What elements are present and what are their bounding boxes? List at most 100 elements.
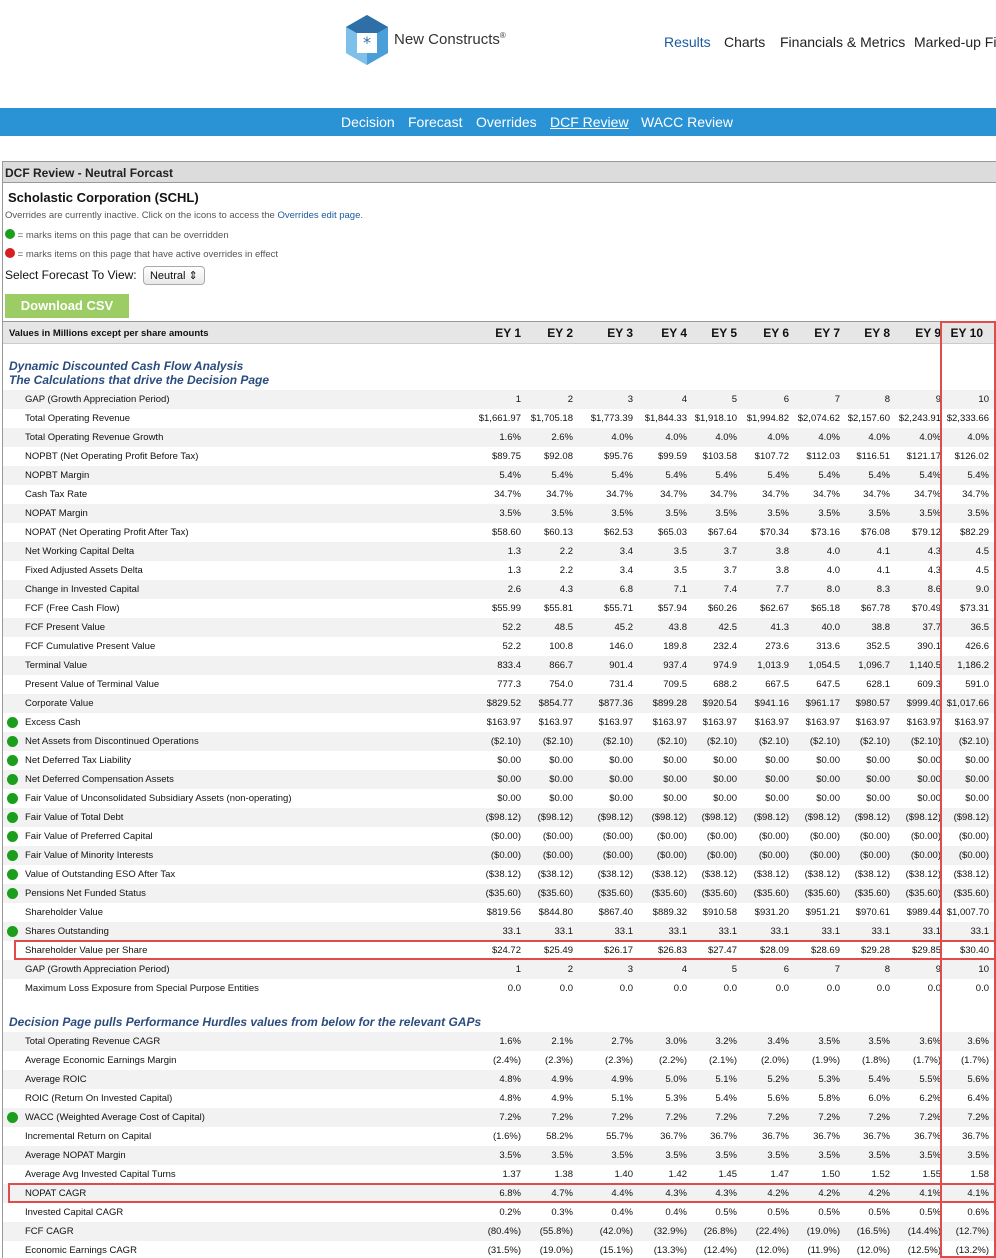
table-row: Total Operating Revenue $1,661.97 $1,705.1… [3,409,996,428]
table-row: Average NOPAT Margin 3.5% 3.5% 3.5% 3.5% 3.5%… [3,1146,996,1165]
table-cell: $0.00 [765,755,789,766]
table-cell: 3.5% [868,1036,890,1047]
table-cell: $107.72 [754,451,789,462]
table-cell: 4.3 [927,565,941,576]
table-cell: $28.69 [810,945,840,956]
table-cell: 1.3 [507,546,521,557]
table-cell: $65.03 [657,527,687,538]
override-dot-icon[interactable] [7,717,18,728]
table-cell: 34.7% [914,489,941,500]
download-csv-button[interactable]: Download CSV [5,294,129,318]
table-cell: $163.97 [538,717,573,728]
table-cell: $73.16 [810,527,840,538]
table-cell: (11.9%) [807,1245,840,1256]
table-cell: 1,096.7 [858,660,890,671]
table-cell: (12.4%) [703,1245,737,1256]
table-cell: 777.3 [497,679,521,690]
tab-wacc-review[interactable]: WACC Review [641,114,733,130]
table-cell: $65.18 [810,603,840,614]
table-cell: $26.17 [603,945,633,956]
table-cell: 5.1% [611,1093,633,1104]
table-cell: $126.02 [954,451,989,462]
table-cell: $29.28 [860,945,890,956]
nav-charts[interactable]: Charts [724,34,765,50]
table-cell: $1,844.33 [644,413,687,424]
table-cell: ($2.10) [958,736,989,747]
table-cell: $1,661.97 [478,413,521,424]
row-label: FCF Cumulative Present Value [25,641,156,652]
table-cell: 3.5% [499,1150,521,1161]
tab-overrides[interactable]: Overrides [476,114,537,130]
override-dot-icon[interactable] [7,831,18,842]
table-cell: $103.58 [702,451,737,462]
table-cell: 0.0 [723,983,737,994]
table-cell: ($35.60) [597,888,633,899]
override-dot-icon[interactable] [7,869,18,880]
row-label: WACC (Weighted Average Cost of Capital) [25,1112,205,1123]
row-label: Shares Outstanding [25,926,109,937]
override-dot-icon[interactable] [7,755,18,766]
table-cell: $1,918.10 [694,413,737,424]
row-label: Net Deferred Tax Liability [25,755,131,766]
table-row: Shares Outstanding 33.1 33.1 33.1 33.1 33.1 33… [3,922,996,941]
override-dot-icon[interactable] [7,793,18,804]
table-cell: $0.00 [866,774,890,785]
table-cell: ($38.12) [701,869,737,880]
table-cell: 45.2 [614,622,634,633]
row-label: Shareholder Value [25,907,103,918]
table-cell: $0.00 [765,793,789,804]
table-cell: 0.0 [876,983,890,994]
override-dot-icon[interactable] [7,736,18,747]
table-cell: ($0.00) [602,850,633,861]
table-cell: 4.3 [559,584,573,595]
table-cell: 2.6 [507,584,521,595]
table-cell: $0.00 [765,774,789,785]
green-dot-icon [5,229,15,239]
table-cell: 754.0 [549,679,573,690]
table-cell: 5 [731,964,737,975]
table-cell: 4.0 [826,565,840,576]
table-cell: 4.3% [665,1188,687,1199]
row-label: Average NOPAT Margin [25,1150,126,1161]
table-cell: 4.0% [868,432,890,443]
table-cell: ($0.00) [758,831,789,842]
table-cell: 3.5% [665,1150,687,1161]
table-cell: 6 [783,964,789,975]
tab-forecast[interactable]: Forecast [408,114,462,130]
table-cell: 34.7% [813,489,840,500]
table-cell: ($98.12) [651,812,687,823]
table-cell: 43.8 [668,622,688,633]
table-cell: 7 [834,964,840,975]
table-cell: 4.8% [499,1074,521,1085]
row-label: NOPBT Margin [25,470,90,481]
table-cell: ($2.10) [809,736,840,747]
table-cell: 3.5% [967,508,989,519]
table-cell: 5.4% [818,470,840,481]
table-cell: $1,994.82 [746,413,789,424]
table-cell: 3.5% [967,1150,989,1161]
nav-financials-metrics[interactable]: Financials & Metrics [780,34,905,50]
table-cell: 34.7% [863,489,890,500]
tab-dcf-review[interactable]: DCF Review [550,114,629,130]
override-dot-icon[interactable] [7,926,18,937]
override-dot-icon[interactable] [7,812,18,823]
table-cell: 3.5% [499,508,521,519]
table-row: Corporate Value $829.52 $854.77 $877.36 $899… [3,694,996,713]
override-dot-icon[interactable] [7,774,18,785]
table-cell: (13.2%) [955,1245,989,1256]
override-dot-icon[interactable] [7,1112,18,1123]
table-cell: 8.6 [927,584,941,595]
row-label: Shareholder Value per Share [25,945,148,956]
table-row: Average Avg Invested Capital Turns 1.37 1.… [3,1165,996,1184]
nav-marked-up-filings[interactable]: Marked-up Fili [914,34,996,50]
forecast-select[interactable]: Neutral ⇕ [142,266,205,285]
nav-results[interactable]: Results [664,34,711,50]
table-cell: 5.4% [551,470,573,481]
override-dot-icon[interactable] [7,888,18,899]
tab-decision[interactable]: Decision [341,114,395,130]
table-cell: 4.2% [818,1188,840,1199]
legend-overridable: = marks items on this page that can be o… [5,229,229,241]
table-cell: $931.20 [754,907,789,918]
overrides-edit-link[interactable]: Overrides edit page [277,210,360,221]
override-dot-icon[interactable] [7,850,18,861]
